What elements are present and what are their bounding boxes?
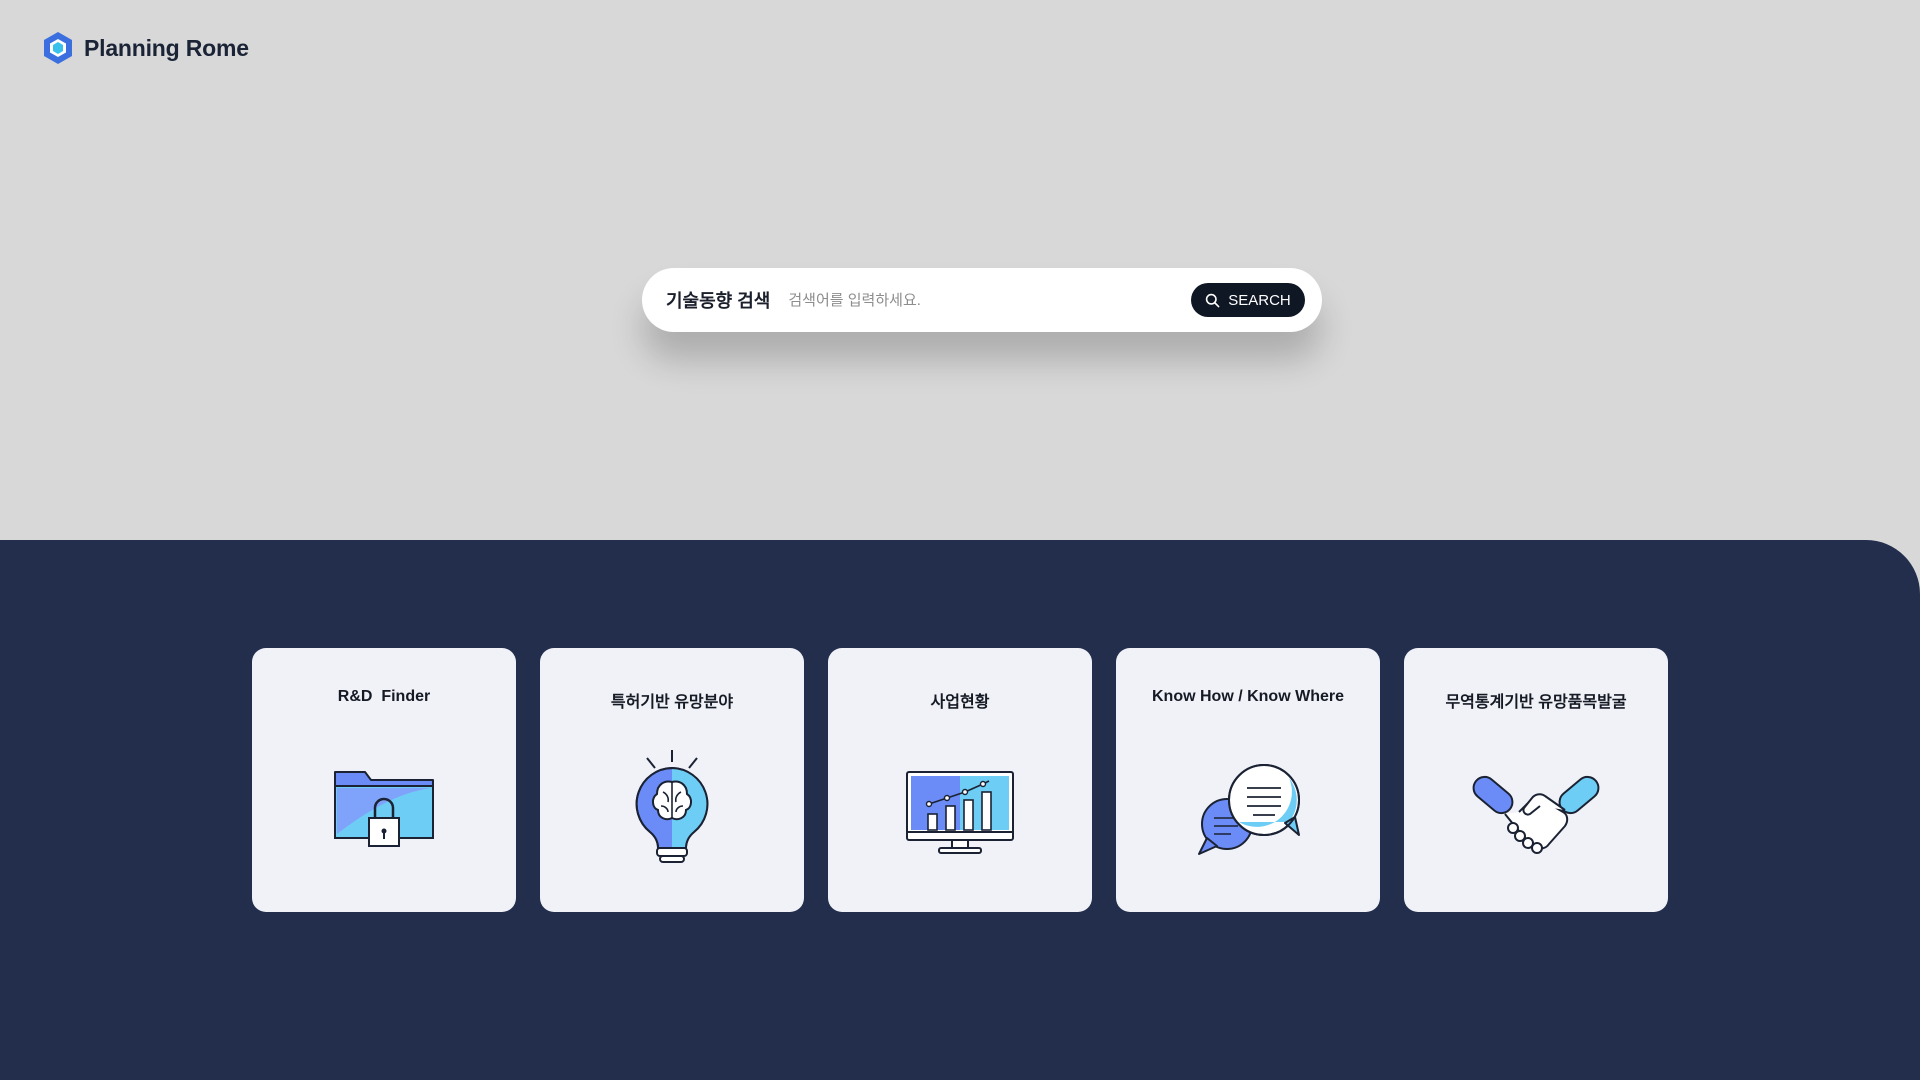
lightbulb-brain-icon (635, 750, 709, 863)
card-patent-field[interactable]: 특허기반 유망분야 (540, 648, 804, 912)
locked-folder-icon (334, 771, 434, 847)
feature-cards: R&D Finder 특허기반 유망분야 사업현황 Know How / Kno… (252, 648, 1668, 912)
card-title: Know How / Know Where (1152, 688, 1344, 705)
card-business-status[interactable]: 사업현황 (828, 648, 1092, 912)
monitor-chart-icon (906, 771, 1014, 854)
search-icon (1206, 293, 1220, 307)
card-title: 특허기반 유망분야 (610, 694, 734, 711)
hexagon-logo-icon[interactable] (40, 30, 76, 66)
search-label: 기술동향 검색 (666, 291, 771, 311)
search-button-label: SEARCH (1228, 291, 1291, 309)
search-button[interactable]: SEARCH (1191, 283, 1305, 317)
feature-panel: R&D Finder 특허기반 유망분야 사업현황 Know How / Kno… (0, 540, 1920, 1080)
card-title: R&D Finder (337, 688, 431, 705)
card-title: 무역통계기반 유망품목발굴 (1445, 694, 1627, 711)
search-input[interactable] (786, 290, 1191, 310)
handshake-icon (1472, 775, 1600, 854)
card-rnd-finder[interactable]: R&D Finder (252, 648, 516, 912)
chat-bubbles-icon (1198, 764, 1300, 855)
search-bar: 기술동향 검색 SEARCH (642, 268, 1322, 332)
header: Planning Rome (40, 30, 249, 66)
card-trade-items[interactable]: 무역통계기반 유망품목발굴 (1404, 648, 1668, 912)
brand-name[interactable]: Planning Rome (84, 35, 249, 62)
card-know-how[interactable]: Know How / Know Where (1116, 648, 1380, 912)
card-title: 사업현황 (930, 694, 990, 711)
